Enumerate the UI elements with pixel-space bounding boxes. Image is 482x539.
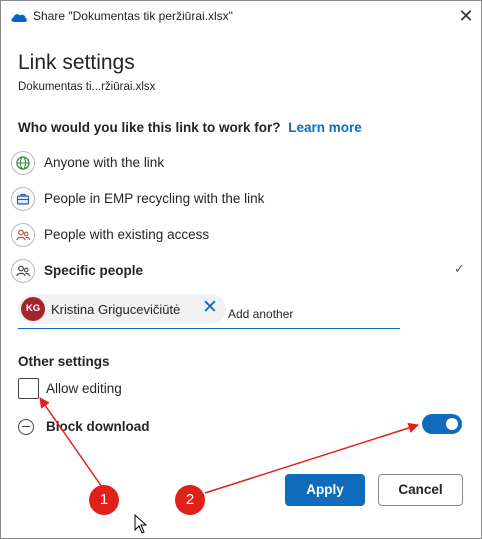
mouse-pointer-icon xyxy=(134,514,148,534)
annotation-arrows xyxy=(39,397,420,494)
annotation-badge-2: 2 xyxy=(175,485,205,515)
annotation-arrow-2 xyxy=(204,422,420,494)
annotation-badge-1: 1 xyxy=(89,485,119,515)
annotation-arrow-1 xyxy=(39,397,103,488)
